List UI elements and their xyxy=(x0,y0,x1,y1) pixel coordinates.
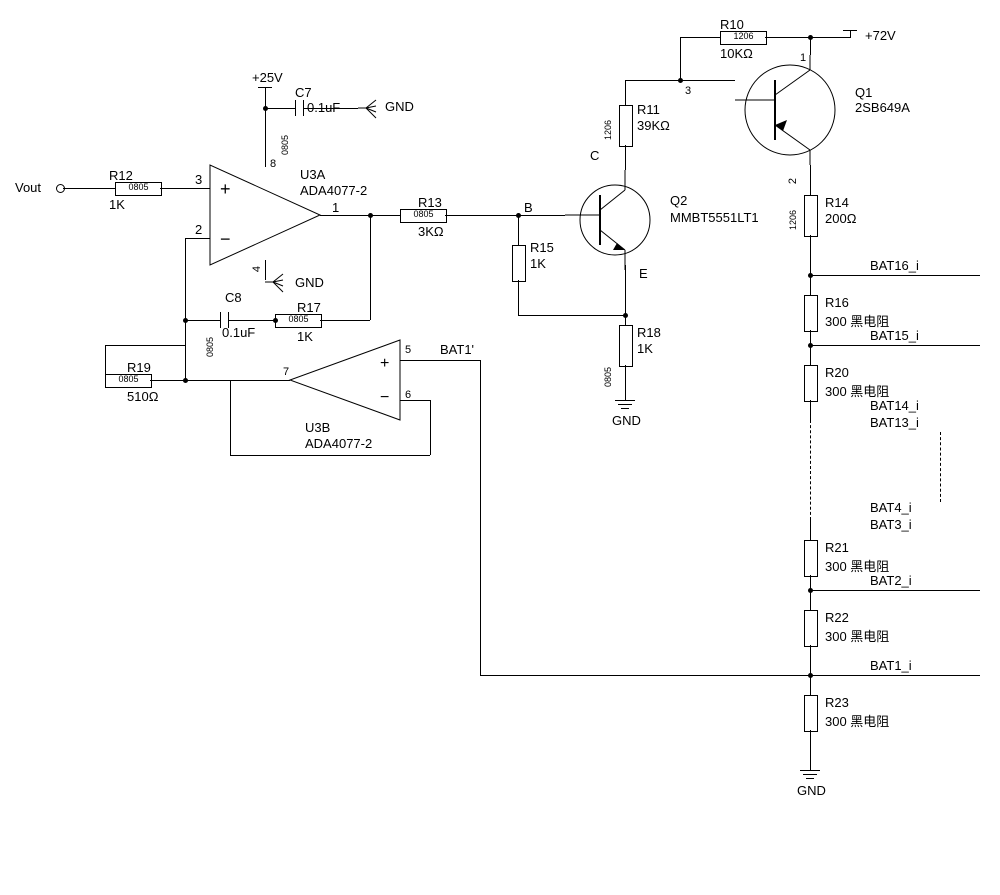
c8-name: C8 xyxy=(225,290,242,305)
pin7: 7 xyxy=(283,366,289,378)
r16-box xyxy=(804,295,818,332)
r19-box: 0805 xyxy=(105,374,152,388)
pin5: 5 xyxy=(405,344,411,356)
bat2i: BAT2_i xyxy=(870,573,912,588)
c8-value: 0.1uF xyxy=(222,325,255,340)
gnd-u3a: GND xyxy=(295,275,324,290)
svg-text:+: + xyxy=(220,179,231,199)
gnd-icon xyxy=(358,98,388,120)
r17-box: 0805 xyxy=(275,314,322,328)
r12-name: R12 xyxy=(109,168,133,183)
gnd-r18: GND xyxy=(612,413,641,428)
r20-box xyxy=(804,365,818,402)
q1-name: Q1 xyxy=(855,85,872,100)
r14-name: R14 xyxy=(825,195,849,210)
r14-box xyxy=(804,195,818,237)
opamp-u3b: + − xyxy=(290,340,410,420)
r11-box xyxy=(619,105,633,147)
r18-box xyxy=(619,325,633,367)
r13-box: 0805 xyxy=(400,209,447,223)
bat16i: BAT16_i xyxy=(870,258,919,273)
svg-text:−: − xyxy=(220,229,231,249)
bat3i: BAT3_i xyxy=(870,517,912,532)
r21-box xyxy=(804,540,818,577)
pin-b: B xyxy=(524,200,533,215)
svg-text:−: − xyxy=(380,389,389,406)
r22-name: R22 xyxy=(825,610,849,625)
r19-value: 510Ω xyxy=(127,389,158,404)
q1-pin2: 2 xyxy=(787,178,799,184)
r12-box: 0805 xyxy=(115,182,162,196)
r13-name: R13 xyxy=(418,195,442,210)
bat15i: BAT15_i xyxy=(870,328,919,343)
u3b-model: ADA4077-2 xyxy=(305,436,372,451)
q2-model: MMBT5551LT1 xyxy=(670,210,759,225)
bat1prime: BAT1' xyxy=(440,342,474,357)
pin2: 2 xyxy=(195,222,202,237)
r22-value: 300 黑电阻 xyxy=(825,626,889,645)
bat1i: BAT1_i xyxy=(870,658,912,673)
r20-name: R20 xyxy=(825,365,849,380)
r11-name: R11 xyxy=(637,102,660,117)
r19-name: R19 xyxy=(127,360,151,375)
r21-name: R21 xyxy=(825,540,849,555)
r15-box xyxy=(512,245,526,282)
r18-name: R18 xyxy=(637,325,661,340)
pin-c: C xyxy=(590,148,599,163)
r18-value: 1K xyxy=(637,341,653,356)
pin-e: E xyxy=(639,266,648,281)
gnd-icon xyxy=(265,272,295,294)
r10-box: 1206 xyxy=(720,31,767,45)
r11-value: 39KΩ xyxy=(637,118,670,133)
bat14i: BAT14_i xyxy=(870,398,919,413)
r12-value: 1K xyxy=(109,197,125,212)
u3b-name: U3B xyxy=(305,420,330,435)
gnd-text-c7: GND xyxy=(385,99,414,114)
r17-name: R17 xyxy=(297,300,321,315)
pin1: 1 xyxy=(332,200,339,215)
pin4: 4 xyxy=(251,266,263,272)
q2-name: Q2 xyxy=(670,193,687,208)
r18-pkg: 0805 xyxy=(603,367,613,387)
r10-name: R10 xyxy=(720,17,744,32)
gnd-bottom: GND xyxy=(797,783,826,798)
c7-pkg: 0805 xyxy=(280,135,290,155)
supply-25v: +25V xyxy=(252,70,283,85)
pin3: 3 xyxy=(195,172,202,187)
supply-72v: +72V xyxy=(865,28,896,43)
q1-model: 2SB649A xyxy=(855,100,910,115)
svg-text:+: + xyxy=(380,355,389,372)
q1-pin3: 3 xyxy=(685,85,691,97)
bat13i: BAT13_i xyxy=(870,415,919,430)
r23-value: 300 黑电阻 xyxy=(825,711,889,730)
bat4i: BAT4_i xyxy=(870,500,912,515)
r23-name: R23 xyxy=(825,695,849,710)
r14-value: 200Ω xyxy=(825,211,856,226)
r23-box xyxy=(804,695,818,732)
transistor-q1 xyxy=(735,55,845,165)
r13-value: 3KΩ xyxy=(418,224,444,239)
r11-pkg: 1206 xyxy=(603,120,613,140)
r14-pkg: 1206 xyxy=(788,210,798,230)
c8-pkg: 0805 xyxy=(205,337,215,357)
transistor-q2 xyxy=(565,170,665,270)
c7-name: C7 xyxy=(295,85,312,100)
vout-label: Vout xyxy=(15,180,41,195)
u3a-model: ADA4077-2 xyxy=(300,183,367,198)
r22-box xyxy=(804,610,818,647)
u3a-name: U3A xyxy=(300,167,325,182)
r15-value: 1K xyxy=(530,256,546,271)
q1-pin1: 1 xyxy=(800,52,806,64)
r15-name: R15 xyxy=(530,240,554,255)
c7-value: 0.1uF xyxy=(307,100,340,115)
r16-name: R16 xyxy=(825,295,849,310)
